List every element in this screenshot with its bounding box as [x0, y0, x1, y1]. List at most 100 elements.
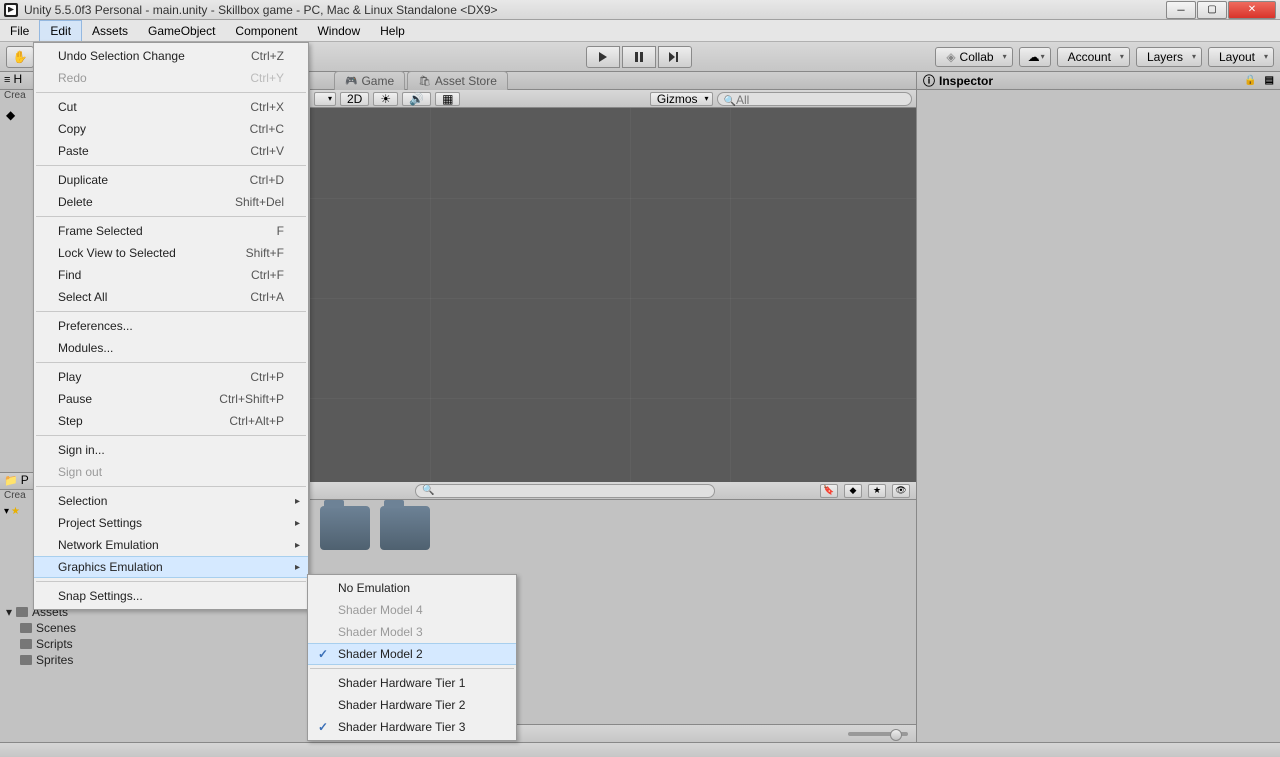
window-title: Unity 5.5.0f3 Personal - main.unity - Sk…	[24, 3, 1166, 17]
menu-window[interactable]: Window	[307, 20, 370, 41]
unity-logo-icon	[4, 3, 18, 17]
gfx-emulation-shader-hardware-tier-3[interactable]: Shader Hardware Tier 3	[308, 716, 516, 738]
project-create-peek[interactable]: Crea	[0, 490, 34, 506]
scene-search[interactable]: 🔍All	[717, 92, 912, 106]
menu-component[interactable]: Component	[225, 20, 307, 41]
edit-menu-paste[interactable]: PasteCtrl+V	[34, 140, 308, 162]
layout-label: Layout	[1219, 50, 1255, 64]
step-button[interactable]	[658, 46, 692, 68]
folder-item[interactable]	[380, 506, 430, 550]
shaded-dropdown[interactable]: ▾	[314, 92, 336, 106]
project-folders	[310, 500, 916, 556]
scene-panel-tabs: 🎮 Game 🛍 Asset Store	[310, 72, 916, 90]
project-folder-tree: ▾ Assets ScenesScriptsSprites	[0, 600, 120, 742]
folder-icon	[20, 639, 32, 649]
audio-toggle-icon[interactable]: 🔊	[402, 92, 431, 106]
edit-menu-selection[interactable]: Selection	[34, 490, 308, 512]
gfx-emulation-shader-hardware-tier-1[interactable]: Shader Hardware Tier 1	[308, 672, 516, 694]
gizmos-dropdown[interactable]: Gizmos▾	[650, 92, 713, 106]
project-favorites-peek[interactable]: ▾★	[4, 506, 34, 517]
edit-menu-delete[interactable]: DeleteShift+Del	[34, 191, 308, 213]
scene-toolbar: ▾ 2D ☀ 🔊 ▦ Gizmos▾ 🔍All	[310, 90, 916, 108]
edit-menu-pause[interactable]: PauseCtrl+Shift+P	[34, 388, 308, 410]
folder-tree-scripts[interactable]: Scripts	[20, 636, 114, 652]
edit-menu-select-all[interactable]: Select AllCtrl+A	[34, 286, 308, 308]
layout-dropdown[interactable]: Layout	[1208, 47, 1274, 67]
edit-menu-preferences-[interactable]: Preferences...	[34, 315, 308, 337]
window-buttons: － ▢ ✕	[1166, 1, 1276, 19]
edit-menu-sign-in-[interactable]: Sign in...	[34, 439, 308, 461]
cloud-icon: ☁	[1028, 50, 1040, 64]
gfx-emulation-shader-model-4: Shader Model 4	[308, 599, 516, 621]
lighting-toggle-icon[interactable]: ☀	[373, 92, 398, 106]
game-icon: 🎮	[345, 76, 357, 87]
panel-menu-icon[interactable]: ▤	[1265, 75, 1274, 86]
edit-menu-frame-selected[interactable]: Frame SelectedF	[34, 220, 308, 242]
inspector-panel: ⓘ Inspector 🔒 ▤	[916, 72, 1280, 742]
unity-scene-icon: ◆	[6, 108, 15, 122]
edit-menu-duplicate[interactable]: DuplicateCtrl+D	[34, 169, 308, 191]
edit-menu-lock-view-to-selected[interactable]: Lock View to SelectedShift+F	[34, 242, 308, 264]
edit-menu-play[interactable]: PlayCtrl+P	[34, 366, 308, 388]
edit-menu-snap-settings-[interactable]: Snap Settings...	[34, 585, 308, 607]
folder-icon	[20, 623, 32, 633]
hand-tool-icon[interactable]: ✋	[6, 46, 34, 68]
project-search[interactable]: 🔍	[415, 484, 715, 498]
hierarchy-create-peek[interactable]: Crea	[0, 90, 34, 106]
star-icon: ★	[11, 506, 20, 517]
edit-menu-graphics-emulation[interactable]: Graphics Emulation	[34, 556, 308, 578]
edit-menu-step[interactable]: StepCtrl+Alt+P	[34, 410, 308, 432]
fx-toggle-icon[interactable]: ▦	[435, 92, 460, 106]
menu-edit[interactable]: Edit	[39, 20, 82, 41]
edit-menu-undo-selection-change[interactable]: Undo Selection ChangeCtrl+Z	[34, 45, 308, 67]
edit-menu-find[interactable]: FindCtrl+F	[34, 264, 308, 286]
project-toolbar: 🔍 🔖 ◆ ★ 👁	[310, 482, 916, 500]
cloud-button[interactable]: ☁	[1019, 47, 1051, 67]
maximize-button[interactable]: ▢	[1197, 1, 1227, 19]
filter-by-type-icon[interactable]: 🔖	[820, 484, 838, 498]
edit-menu-modules-[interactable]: Modules...	[34, 337, 308, 359]
thumbnail-size-slider[interactable]	[848, 732, 908, 736]
tab-game[interactable]: 🎮 Game	[334, 71, 405, 90]
gfx-emulation-shader-model-2[interactable]: Shader Model 2	[308, 643, 516, 665]
2d-toggle[interactable]: 2D	[340, 92, 369, 106]
scene-viewport[interactable]	[310, 108, 916, 482]
inspector-title: Inspector	[939, 74, 993, 88]
gfx-emulation-shader-hardware-tier-2[interactable]: Shader Hardware Tier 2	[308, 694, 516, 716]
folder-tree-sprites[interactable]: Sprites	[20, 652, 114, 668]
account-dropdown[interactable]: Account	[1057, 47, 1130, 67]
folder-icon	[16, 607, 28, 617]
hierarchy-tab-peek[interactable]: ≡ H	[0, 72, 34, 90]
lock-icon[interactable]: 🔒	[1244, 75, 1256, 86]
menu-assets[interactable]: Assets	[82, 20, 138, 41]
play-button[interactable]	[586, 46, 620, 68]
gfx-emulation-no-emulation[interactable]: No Emulation	[308, 577, 516, 599]
menu-gameobject[interactable]: GameObject	[138, 20, 225, 41]
project-tab-peek[interactable]: 📁 P	[0, 472, 34, 490]
edit-menu-copy[interactable]: CopyCtrl+C	[34, 118, 308, 140]
layers-label: Layers	[1147, 50, 1183, 64]
account-label: Account	[1068, 50, 1111, 64]
gfx-emulation-shader-model-3: Shader Model 3	[308, 621, 516, 643]
folder-tree-scenes[interactable]: Scenes	[20, 620, 114, 636]
menubar: FileEditAssetsGameObjectComponentWindowH…	[0, 20, 1280, 42]
close-button[interactable]: ✕	[1228, 1, 1276, 19]
tab-game-label: Game	[361, 74, 394, 88]
filter-by-label-icon[interactable]: ◆	[844, 484, 862, 498]
edit-menu-network-emulation[interactable]: Network Emulation	[34, 534, 308, 556]
layers-dropdown[interactable]: Layers	[1136, 47, 1202, 67]
collab-icon: ◈	[946, 50, 955, 64]
favorite-filter-icon[interactable]: ★	[868, 484, 886, 498]
asset-store-icon: 🛍	[418, 76, 431, 87]
menu-help[interactable]: Help	[370, 20, 415, 41]
edit-menu-project-settings[interactable]: Project Settings	[34, 512, 308, 534]
edit-menu-cut[interactable]: CutCtrl+X	[34, 96, 308, 118]
menu-file[interactable]: File	[0, 20, 39, 41]
hierarchy-scene-row-peek[interactable]: ◆	[6, 108, 34, 122]
minimize-button[interactable]: －	[1166, 1, 1196, 19]
folder-item[interactable]	[320, 506, 370, 550]
pause-button[interactable]	[622, 46, 656, 68]
hidden-toggle-icon[interactable]: 👁	[892, 484, 910, 498]
tab-asset-store[interactable]: 🛍 Asset Store	[407, 71, 508, 90]
collab-dropdown[interactable]: ◈ Collab	[935, 47, 1012, 67]
